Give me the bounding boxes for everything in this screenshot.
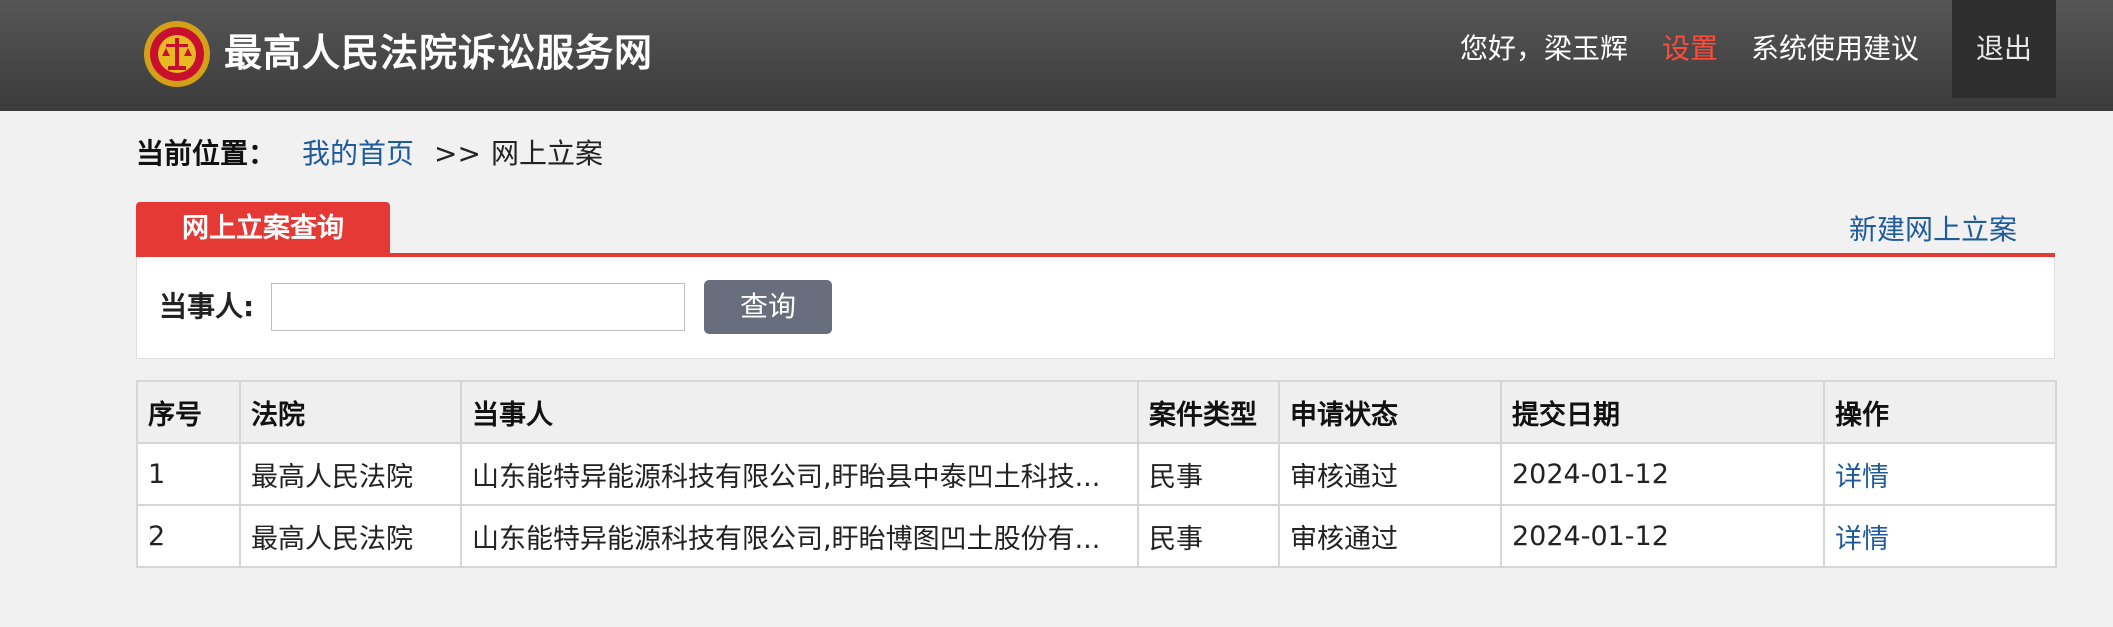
- column-header-action: 操作: [1823, 380, 2057, 444]
- cell-date: 2024-01-12: [1500, 442, 1825, 506]
- site-title[interactable]: 最高人民法院诉讼服务网: [224, 24, 653, 82]
- breadcrumb-label: 当前位置：: [136, 137, 277, 170]
- user-nav: 您好，梁玉辉 设置 系统使用建议 退出: [1460, 0, 2113, 98]
- new-online-filing-link[interactable]: 新建网上立案: [1849, 208, 2017, 252]
- party-input[interactable]: [271, 283, 685, 331]
- tab-bar: 网上立案查询 新建网上立案: [136, 202, 2055, 257]
- cell-type: 民事: [1137, 504, 1280, 568]
- party-label: 当事人:: [159, 290, 255, 323]
- cell-type: 民事: [1137, 442, 1280, 506]
- cell-no: 1: [136, 442, 241, 506]
- breadcrumb-current: 网上立案: [490, 137, 603, 170]
- cell-status: 审核通过: [1278, 504, 1502, 568]
- search-button[interactable]: 查询: [704, 280, 832, 334]
- cell-status: 审核通过: [1278, 442, 1502, 506]
- logout-button[interactable]: 退出: [1952, 0, 2056, 98]
- table-row: 2 最高人民法院 山东能特异能源科技有限公司,盱眙博图凹土股份有... 民事 审…: [136, 504, 2057, 568]
- table-row: 1 最高人民法院 山东能特异能源科技有限公司,盱眙县中泰凹土科技... 民事 审…: [136, 442, 2057, 506]
- column-header-status: 申请状态: [1278, 380, 1502, 444]
- cell-action: 详情: [1823, 442, 2057, 506]
- cell-action: 详情: [1823, 504, 2057, 568]
- top-header: 最高人民法院诉讼服务网 您好，梁玉辉 设置 系统使用建议 退出: [0, 0, 2113, 111]
- detail-link[interactable]: 详情: [1835, 462, 1889, 493]
- results-table: 序号 法院 当事人 案件类型 申请状态 提交日期 操作 1 最高人民法院 山东能…: [136, 380, 2057, 568]
- cell-date: 2024-01-12: [1500, 504, 1825, 568]
- breadcrumb-home-link[interactable]: 我的首页: [302, 134, 414, 174]
- court-emblem-icon[interactable]: [142, 16, 212, 92]
- detail-link[interactable]: 详情: [1835, 524, 1889, 555]
- cell-no: 2: [136, 504, 241, 568]
- column-header-no: 序号: [136, 380, 241, 444]
- column-header-type: 案件类型: [1137, 380, 1280, 444]
- table-header-row: 序号 法院 当事人 案件类型 申请状态 提交日期 操作: [136, 380, 2057, 444]
- breadcrumb: 当前位置： 我的首页 >> 网上立案: [136, 134, 603, 174]
- column-header-date: 提交日期: [1500, 380, 1825, 444]
- column-header-party: 当事人: [460, 380, 1139, 444]
- cell-court: 最高人民法院: [239, 504, 462, 568]
- cell-court: 最高人民法院: [239, 442, 462, 506]
- user-greeting: 您好，梁玉辉: [1459, 32, 1628, 65]
- column-header-court: 法院: [239, 380, 462, 444]
- settings-link[interactable]: 设置: [1662, 0, 1718, 98]
- cell-party: 山东能特异能源科技有限公司,盱眙博图凹土股份有...: [460, 504, 1139, 568]
- cell-party: 山东能特异能源科技有限公司,盱眙县中泰凹土科技...: [460, 442, 1139, 506]
- suggestion-link[interactable]: 系统使用建议: [1751, 0, 1919, 98]
- search-panel: 当事人: 查询: [136, 257, 2055, 359]
- tab-online-filing-query[interactable]: 网上立案查询: [136, 202, 390, 255]
- breadcrumb-separator: >>: [434, 137, 481, 170]
